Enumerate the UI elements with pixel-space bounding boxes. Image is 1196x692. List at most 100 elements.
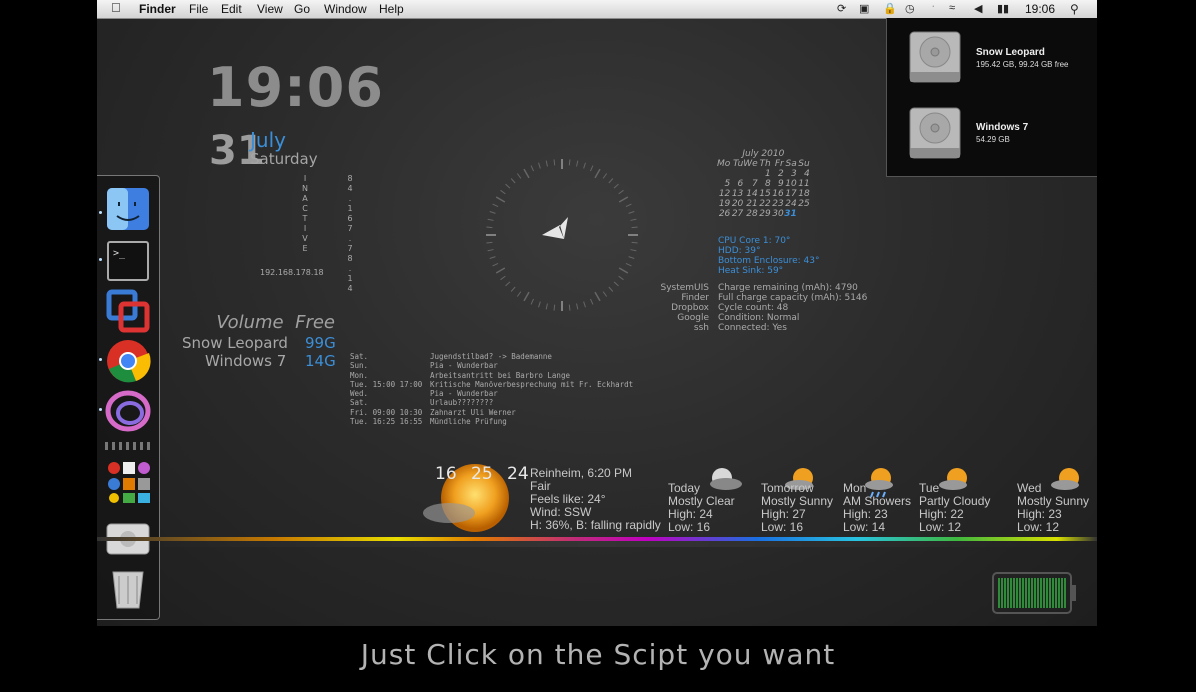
clock-time: 19:06 — [207, 56, 384, 119]
volume-header-label: Volume — [216, 312, 284, 333]
trash-icon[interactable] — [105, 564, 151, 610]
lock-icon[interactable]: 🔒 — [883, 2, 897, 15]
forecast-low: Low: 16 — [761, 520, 804, 534]
battery-icon[interactable]: ▮▮ — [997, 2, 1009, 15]
calendar-day: 30 — [772, 209, 784, 219]
clock-tick — [495, 267, 506, 274]
menu-file[interactable]: File — [189, 2, 208, 16]
chrome-icon[interactable] — [105, 338, 151, 384]
menu-app-name[interactable]: Finder — [139, 2, 176, 16]
menu-go[interactable]: Go — [294, 2, 310, 16]
svg-text:>_: >_ — [113, 248, 126, 259]
clock-tick — [568, 304, 571, 311]
menu-clock[interactable]: 19:06 — [1025, 2, 1055, 16]
process-name: Dropbox — [671, 303, 709, 313]
cast-icon[interactable]: ▣ — [859, 2, 869, 15]
clock-tick — [538, 301, 541, 308]
calendar-day: 16 — [772, 189, 784, 199]
forecast-low: Low: 12 — [1017, 520, 1060, 534]
clock-tick — [530, 298, 534, 305]
calendar-day: 24 — [785, 199, 797, 209]
temp-high: 24 — [507, 464, 529, 484]
clock-tick — [538, 162, 541, 169]
calendar-day: 20 — [731, 199, 744, 209]
calendar-day: 13 — [731, 189, 744, 199]
calendar-day: 5 — [724, 179, 731, 189]
weather-humidity: H: 36%, B: falling rapidly — [530, 518, 661, 532]
wifi-icon[interactable]: ≈ — [949, 2, 955, 14]
menu-edit[interactable]: Edit — [221, 2, 242, 16]
menu-window[interactable]: Window — [324, 2, 367, 16]
clock-tick — [613, 183, 619, 189]
forecast-day-name: Tomorrow — [761, 481, 814, 495]
schedule-item: Tue. 16:25 16:55 Mündliche Prüfung — [350, 417, 507, 427]
temp-range: 16 25 24 — [435, 464, 535, 484]
hard-drive-icon — [909, 107, 961, 159]
terminal-icon[interactable]: >_ — [105, 238, 151, 284]
clock-tick — [486, 226, 493, 229]
dock-separator — [105, 442, 151, 450]
spotlight-search-icon[interactable]: ⚲ — [1070, 2, 1079, 16]
calendar-day: 1 — [764, 169, 771, 179]
calendar-day: 9 — [777, 179, 784, 189]
clock-tick — [545, 160, 548, 167]
volume-icon[interactable]: ◀ — [974, 2, 982, 15]
clock-tick — [523, 168, 530, 179]
calendar-day: 23 — [772, 199, 784, 209]
clock-tick — [486, 241, 493, 244]
menu-help[interactable]: Help — [379, 2, 404, 16]
clock-tick — [608, 286, 614, 292]
itunes-icon[interactable] — [105, 388, 151, 434]
battery-info-line: Charge remaining (mAh): 4790 — [718, 283, 858, 293]
calendar-weekday: Su — [798, 159, 810, 169]
menu-view[interactable]: View — [257, 2, 283, 16]
calendar-day — [797, 209, 810, 219]
clock-tick — [630, 218, 637, 221]
vmware-icon[interactable] — [105, 288, 151, 334]
calendar-weekday: We — [743, 159, 758, 169]
clock-tick — [510, 286, 516, 292]
apple-menu-icon[interactable]:  — [111, 0, 121, 15]
calendar-widget: July 2010 Mo Tu We Th Fr Sa Su 1 2 3 4 5 6 7 8 9 10 11 12 1… — [717, 149, 810, 219]
schedule-item: Sat. Urlaub???????? — [350, 398, 494, 408]
dock: >_ — [97, 175, 160, 620]
clock-tick — [613, 281, 619, 287]
clock-tick — [628, 256, 635, 259]
volume-header: Volume Free — [183, 312, 335, 333]
analog-clock — [486, 159, 638, 311]
clock-tick — [516, 173, 522, 179]
app-folder-stack-icon[interactable] — [105, 458, 151, 504]
clock-tick — [489, 256, 496, 259]
clock-tick — [505, 281, 511, 287]
clock-tick — [618, 196, 629, 203]
drive-info: 54.29 GB — [976, 135, 1010, 144]
finder-icon[interactable] — [105, 186, 151, 232]
calendar-day: 31 — [784, 209, 797, 219]
clock-tick — [489, 211, 496, 214]
clock-tick — [516, 291, 522, 297]
volume-name: Windows 7 — [205, 352, 287, 370]
process-name: SystemUIS — [660, 283, 709, 293]
clock-tick — [487, 218, 494, 221]
running-indicator — [99, 408, 102, 411]
schedule-item: Mon. Arbeitsantritt bei Barbro Lange — [350, 370, 570, 380]
clock-tick — [583, 162, 586, 169]
time-machine-icon[interactable]: ◷ — [905, 2, 915, 15]
bluetooth-icon[interactable]: ᛫ — [930, 2, 937, 14]
clock-tick — [500, 275, 506, 281]
clock-tick — [553, 304, 556, 311]
calendar-grid: Mo Tu We Th Fr Sa Su 1 2 3 4 5 6 7 8 9 10 11 12 13 14 15 16 17 1… — [717, 159, 810, 219]
sync-icon[interactable]: ⟳ — [837, 2, 846, 15]
drive-item[interactable] — [907, 28, 963, 90]
clock-tick — [625, 203, 632, 207]
clock-tick — [487, 249, 494, 252]
temp-low: 16 — [435, 464, 457, 484]
temperature-list: CPU Core 1: 70° HDD: 39° Bottom Enclosur… — [718, 236, 820, 276]
date-month: July — [250, 128, 286, 152]
temp-hdd: HDD: 39° — [718, 246, 761, 256]
process-name: Google — [677, 313, 709, 323]
drive-item[interactable] — [907, 104, 963, 166]
clock-tick — [530, 165, 534, 172]
clock-tick — [590, 165, 594, 172]
ip-address: 192.168.178.18 — [260, 268, 324, 277]
